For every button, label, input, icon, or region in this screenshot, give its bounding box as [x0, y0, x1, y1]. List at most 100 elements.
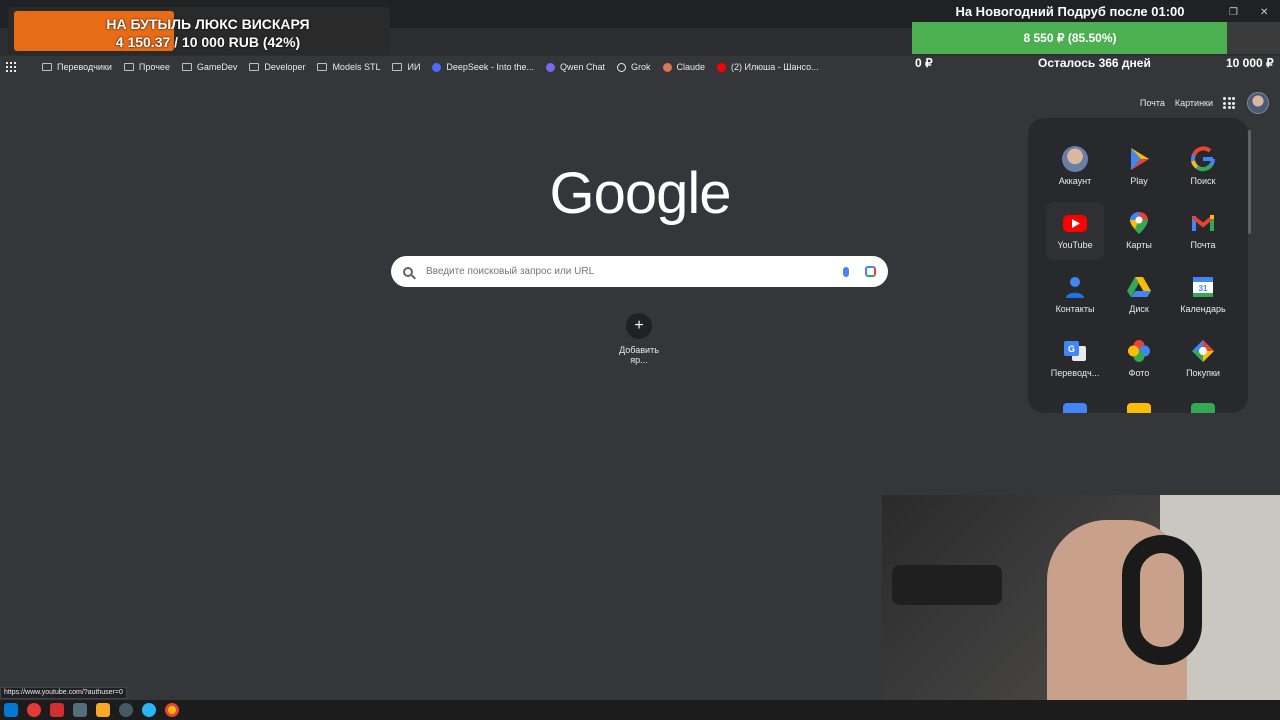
gmail-icon — [1190, 210, 1216, 236]
app-account[interactable]: Аккаунт — [1046, 138, 1104, 196]
donation-goal-title: НА БУТЫЛЬ ЛЮКС ВИСКАРЯ — [106, 16, 310, 32]
bookmark-claude[interactable]: Claude — [662, 62, 705, 72]
google-apps-panel: Аккаунт Play Поиск YouTube Карты Почта К… — [1028, 118, 1248, 413]
search-input[interactable] — [426, 266, 843, 277]
stream-goal-max: 10 000 ₽ — [1226, 56, 1274, 70]
bookmark-folder-other[interactable]: Прочее — [123, 62, 170, 72]
app-shopping[interactable]: Покупки — [1174, 330, 1232, 388]
status-url-bar: https://www.youtube.com/?authuser=0 — [0, 687, 127, 699]
google-lens-icon[interactable] — [865, 266, 876, 277]
bookmark-folder-ai[interactable]: ИИ — [392, 62, 420, 72]
folder-icon — [181, 63, 192, 71]
folder-icon — [249, 63, 260, 71]
app-label: Диск — [1129, 304, 1149, 314]
app-taskbar-icon[interactable] — [50, 703, 64, 717]
folder-icon — [392, 63, 403, 71]
telegram-icon[interactable] — [142, 703, 156, 717]
bookmark-folder-translators[interactable]: Переводчики — [42, 62, 112, 72]
youtube-icon — [1062, 210, 1088, 236]
donation-goal-widget: НА БУТЫЛЬ ЛЮКС ВИСКАРЯ 4 150.37 / 10 000… — [8, 7, 390, 55]
gmail-link[interactable]: Почта — [1140, 98, 1165, 108]
microphone-icon[interactable] — [843, 266, 849, 277]
bookmark-qwen[interactable]: Qwen Chat — [545, 62, 605, 72]
images-link[interactable]: Картинки — [1175, 98, 1213, 108]
yandex-browser-icon[interactable] — [27, 703, 41, 717]
shopping-icon — [1190, 338, 1216, 364]
windows-start-icon[interactable] — [4, 703, 18, 717]
add-shortcut-label: Добавить яр... — [619, 345, 659, 365]
app-label: Аккаунт — [1058, 176, 1092, 186]
app-gmail[interactable]: Почта — [1174, 202, 1232, 260]
app-label: Переводч... — [1050, 368, 1100, 378]
app-label: Карты — [1126, 240, 1152, 250]
stream-goal-min: 0 ₽ — [915, 56, 933, 70]
app-taskbar-icon[interactable] — [73, 703, 87, 717]
qwen-icon — [545, 62, 555, 72]
app-youtube[interactable]: YouTube — [1046, 202, 1104, 260]
more-app-icon — [1191, 403, 1215, 413]
bookmark-label: ИИ — [407, 62, 421, 72]
app-label: Почта — [1190, 240, 1216, 250]
apps-shortcut-icon[interactable] — [6, 62, 16, 72]
streamer-headphones — [1122, 535, 1202, 665]
stream-goal-widget: На Новогодний Подруб после 01:00 8 550 ₽… — [910, 0, 1280, 78]
bookmark-label: Models STL — [332, 62, 381, 72]
app-translate[interactable]: G Переводч... — [1046, 330, 1104, 388]
bookmark-label: GameDev — [196, 62, 238, 72]
app-label: Play — [1130, 176, 1148, 186]
webcam-microphone — [892, 565, 1002, 605]
bookmark-label: Qwen Chat — [559, 62, 605, 72]
app-maps[interactable]: Карты — [1110, 202, 1168, 260]
bookmark-folder-gamedev[interactable]: GameDev — [181, 62, 238, 72]
translate-icon: G — [1062, 338, 1088, 364]
google-header-links: Почта Картинки — [1140, 92, 1280, 114]
webcam-overlay — [882, 495, 1280, 720]
grok-icon — [617, 62, 626, 72]
chrome-icon[interactable] — [165, 703, 179, 717]
app-label: Покупки — [1186, 368, 1220, 378]
add-shortcut-icon[interactable]: + — [626, 313, 652, 339]
add-shortcut[interactable]: + Добавить яр... — [610, 313, 668, 365]
apps-panel-scrollbar[interactable] — [1248, 130, 1251, 234]
app-taskbar-icon[interactable] — [96, 703, 110, 717]
app-taskbar-icon[interactable] — [119, 703, 133, 717]
app-photos[interactable]: Фото — [1110, 330, 1168, 388]
app-label: Контакты — [1055, 304, 1095, 314]
taskbar — [0, 700, 1280, 720]
app-label: Календарь — [1180, 304, 1226, 314]
bookmark-folder-developer[interactable]: Developer — [249, 62, 305, 72]
bookmark-label: Прочее — [138, 62, 170, 72]
search-box[interactable] — [391, 256, 888, 287]
app-search[interactable]: Поиск — [1174, 138, 1232, 196]
calendar-day: 31 — [1198, 284, 1208, 293]
app-play[interactable]: Play — [1110, 138, 1168, 196]
contacts-icon — [1062, 274, 1088, 300]
maps-icon — [1126, 210, 1152, 236]
more-app-icon — [1127, 403, 1151, 413]
folder-icon — [42, 63, 52, 71]
stream-goal-title: На Новогодний Подруб после 01:00 — [955, 4, 1185, 19]
youtube-icon — [717, 62, 727, 72]
claude-icon — [662, 62, 672, 72]
bookmark-folder-models-stl[interactable]: Models STL — [317, 62, 380, 72]
app-contacts[interactable]: Контакты — [1046, 266, 1104, 324]
bookmark-deepseek[interactable]: DeepSeek - Into the... — [432, 62, 534, 72]
google-apps-launcher-icon[interactable] — [1223, 97, 1235, 109]
app-calendar[interactable]: 31 Календарь — [1174, 266, 1232, 324]
stream-goal-remaining: Осталось 366 дней — [1038, 56, 1151, 70]
donation-goal-progress: 4 150.37 / 10 000 RUB (42%) — [115, 34, 301, 50]
drive-icon — [1126, 274, 1152, 300]
avatar[interactable] — [1247, 92, 1269, 114]
stream-goal-bar-label: 8 550 ₽ (85.50%) — [1023, 31, 1117, 45]
bookmark-youtube-video[interactable]: (2) Илюша - Шансо... — [717, 62, 819, 72]
stream-goal-bar: 8 550 ₽ (85.50%) — [912, 22, 1280, 54]
calendar-icon: 31 — [1190, 274, 1216, 300]
app-label: YouTube — [1057, 240, 1093, 250]
search-icon — [403, 266, 413, 277]
bookmark-label: Переводчики — [57, 62, 112, 72]
google-search-icon — [1190, 146, 1216, 172]
app-drive[interactable]: Диск — [1110, 266, 1168, 324]
bookmark-label: Developer — [264, 62, 306, 72]
bookmark-grok[interactable]: Grok — [617, 62, 651, 72]
more-app-icon — [1063, 403, 1087, 413]
